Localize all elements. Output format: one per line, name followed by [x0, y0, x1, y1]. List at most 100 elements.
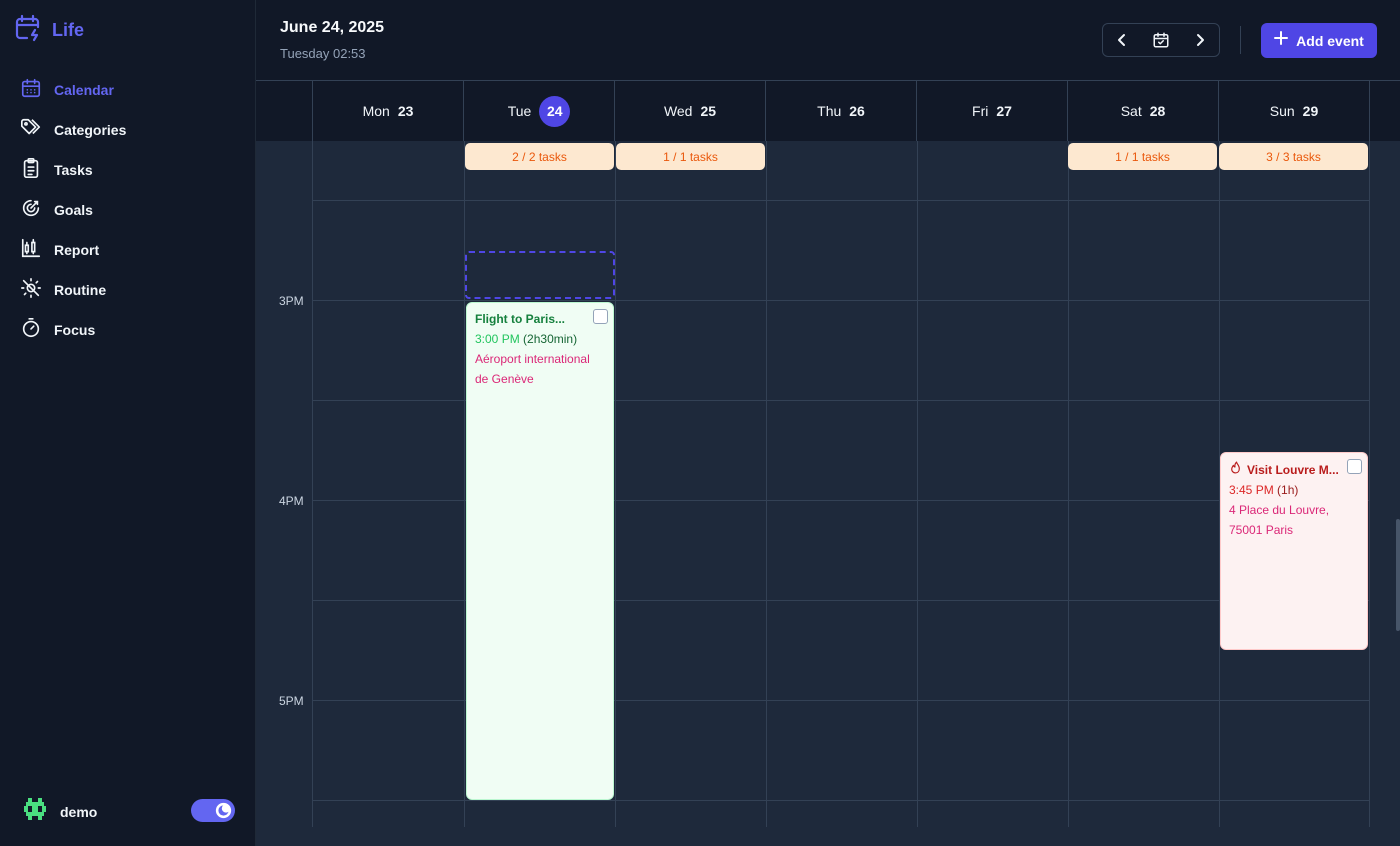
day-name: Mon — [362, 103, 390, 119]
sidebar-item-label: Report — [54, 242, 100, 258]
add-event-label: Add event — [1296, 32, 1364, 49]
sidebar-nav: Calendar Categories Tasks Goals Report R… — [20, 70, 126, 350]
sidebar-item-label: Routine — [54, 282, 107, 298]
day-header-thu[interactable]: Thu 26 — [766, 81, 917, 141]
grid-line — [917, 141, 918, 827]
grid-footer — [256, 827, 1400, 846]
grid-line — [1068, 141, 1069, 827]
sidebar-item-tasks[interactable]: Tasks — [20, 150, 126, 190]
timer-icon — [20, 317, 42, 344]
user-name: demo — [60, 803, 98, 820]
day-number-today: 24 — [539, 95, 571, 127]
sidebar-item-label: Tasks — [54, 162, 93, 178]
grid-line — [615, 141, 616, 827]
chart-icon — [20, 237, 42, 264]
event-title-row: Visit Louvre M... — [1229, 461, 1349, 478]
day-number: 27 — [996, 103, 1012, 119]
app-name: Life — [52, 20, 85, 40]
hour-label: 3PM — [279, 294, 304, 308]
day-name: Tue — [507, 103, 532, 119]
sidebar-item-report[interactable]: Report — [20, 230, 126, 270]
app-brand[interactable]: Life — [14, 14, 84, 47]
day-header-sun[interactable]: Sun 29 — [1219, 81, 1370, 141]
day-name: Sun — [1269, 103, 1295, 119]
calendar-check-icon[interactable] — [1146, 25, 1176, 55]
day-header-tue[interactable]: Tue 24 — [464, 81, 615, 141]
day-name: Sat — [1120, 103, 1142, 119]
day-number: 23 — [397, 103, 414, 119]
grid-line — [313, 800, 1369, 801]
hour-label: 4PM — [279, 494, 304, 508]
date-navigation — [1102, 23, 1220, 57]
day-header-fri[interactable]: Fri 27 — [917, 81, 1068, 141]
event-visit-louvre[interactable]: Visit Louvre M... 3:45 PM (1h) 4 Place d… — [1220, 452, 1368, 650]
chevron-left-icon[interactable] — [1107, 25, 1137, 55]
event-title: Visit Louvre M... — [1247, 462, 1339, 477]
day-header-wed[interactable]: Wed 25 — [615, 81, 766, 141]
calendar-grid[interactable]: 3PM 4PM 5PM 2 / 2 tasks 1 / 1 tasks 1 / … — [256, 141, 1400, 827]
sidebar-item-label: Focus — [54, 322, 96, 338]
header-divider — [1240, 26, 1241, 54]
grid-scrollbar[interactable] — [1396, 519, 1400, 631]
sidebar-item-label: Goals — [54, 202, 93, 218]
tags-icon — [20, 117, 42, 144]
moon-icon — [215, 802, 232, 819]
task-count-sat[interactable]: 1 / 1 tasks — [1068, 143, 1217, 170]
theme-toggle[interactable] — [191, 799, 235, 822]
event-duration: (2h30min) — [523, 332, 578, 346]
event-time-row: 3:00 PM (2h30min) — [475, 329, 605, 349]
calendar-icon — [20, 77, 42, 104]
current-time: Tuesday 02:53 — [280, 46, 366, 61]
flame-icon — [1229, 461, 1242, 478]
event-time-row: 3:45 PM (1h) — [1229, 480, 1359, 500]
grid-line — [766, 141, 767, 827]
day-number: 29 — [1302, 103, 1319, 119]
top-header: June 24, 2025 Tuesday 02:53 Add event — [256, 0, 1400, 81]
sidebar-item-calendar[interactable]: Calendar — [20, 70, 126, 110]
hour-label: 5PM — [279, 694, 304, 708]
task-count-sun[interactable]: 3 / 3 tasks — [1219, 143, 1368, 170]
add-event-button[interactable]: Add event — [1261, 23, 1377, 58]
event-time: 3:00 PM — [475, 332, 520, 346]
day-number: 28 — [1149, 103, 1166, 119]
current-date: June 24, 2025 — [280, 19, 385, 36]
task-count-wed[interactable]: 1 / 1 tasks — [616, 143, 765, 170]
time-gutter-header — [256, 81, 313, 141]
day-header-mon[interactable]: Mon 23 — [313, 81, 464, 141]
sidebar-item-routine[interactable]: Routine — [20, 270, 126, 310]
event-location: 4 Place du Louvre, 75001 Paris — [1229, 503, 1330, 537]
grid-line — [1369, 141, 1370, 827]
current-time-slot-placeholder[interactable] — [465, 251, 615, 299]
event-checkbox[interactable] — [1347, 459, 1362, 474]
sidebar-item-focus[interactable]: Focus — [20, 310, 126, 350]
target-icon — [20, 197, 42, 224]
calendar-bolt-icon — [14, 14, 42, 47]
grid-line — [312, 141, 313, 827]
sun-moon-icon — [20, 277, 42, 304]
day-number: 26 — [849, 103, 865, 119]
sidebar-item-goals[interactable]: Goals — [20, 190, 126, 230]
alien-icon — [24, 798, 46, 825]
grid-line — [464, 141, 465, 827]
clipboard-icon — [20, 157, 42, 184]
chevron-right-icon[interactable] — [1185, 25, 1215, 55]
day-name: Wed — [663, 103, 693, 119]
user-profile[interactable]: demo — [24, 798, 97, 825]
day-name: Thu — [817, 103, 842, 119]
sidebar: Life Calendar Categories Tasks Goals Rep… — [0, 0, 256, 846]
sidebar-item-categories[interactable]: Categories — [20, 110, 126, 150]
week-day-header: Mon 23 Tue 24 Wed 25 Thu 26 Fri 27 Sat 2… — [256, 81, 1400, 141]
plus-icon — [1274, 31, 1289, 50]
day-header-sat[interactable]: Sat 28 — [1068, 81, 1219, 141]
event-title: Flight to Paris... — [475, 312, 566, 326]
grid-line — [313, 200, 1369, 201]
event-flight-to-paris[interactable]: Flight to Paris... 3:00 PM (2h30min) Aér… — [466, 302, 614, 800]
task-count-tue[interactable]: 2 / 2 tasks — [465, 143, 614, 170]
day-name: Fri — [972, 103, 989, 119]
day-number: 25 — [700, 103, 717, 119]
event-checkbox[interactable] — [593, 309, 608, 324]
grid-line — [313, 300, 1369, 301]
event-location: Aéroport international de Genève — [475, 352, 590, 386]
event-duration: (1h) — [1277, 483, 1299, 497]
sidebar-item-label: Categories — [54, 122, 127, 138]
